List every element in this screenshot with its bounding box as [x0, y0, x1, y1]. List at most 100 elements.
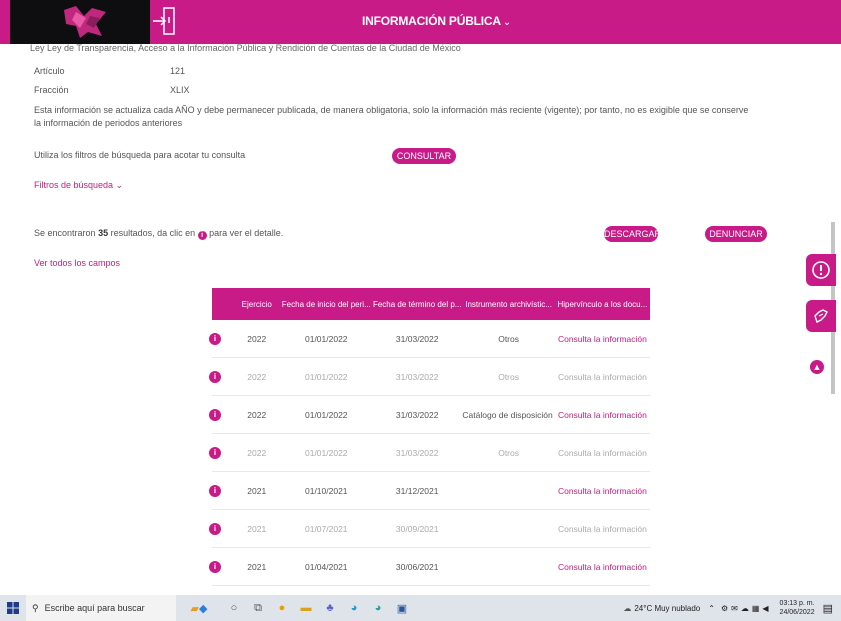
clock[interactable]: 03:13 p. m. 24/06/2022	[780, 599, 815, 617]
results-suffix: para ver el detalle.	[209, 228, 284, 238]
filter-hint: Utiliza los filtros de búsqueda para aco…	[34, 150, 246, 160]
cell-fecha-inicio: 01/10/2021	[304, 485, 348, 496]
info-icon[interactable]: i	[209, 484, 221, 497]
table-row: i 2021 01/10/2021 31/12/2021 Consulta la…	[209, 472, 650, 510]
info-icon[interactable]: i	[209, 522, 221, 535]
descargar-button[interactable]: DESCARGAR	[604, 226, 661, 242]
table-row: i 2022 01/01/2022 31/03/2022 Catálogo de…	[209, 396, 650, 434]
articulo-label: Artículo	[34, 66, 65, 76]
taskbar-search-placeholder: Escribe aquí para buscar	[44, 603, 145, 613]
cell-consulta-link[interactable]: Consulta la información	[555, 486, 650, 496]
menu-title: INFORMACIÓN PÚBLICA	[362, 14, 501, 28]
cell-ejercicio: 2022	[247, 409, 267, 420]
edge-icon[interactable]: ◕	[342, 595, 366, 621]
cell-instrumento: Otros	[498, 333, 519, 344]
edge-dev-icon[interactable]: ◕	[366, 595, 390, 621]
cell-consulta-link[interactable]: Consulta la información	[555, 448, 650, 458]
cell-ejercicio: 2021	[247, 523, 267, 534]
hand-icon[interactable]	[806, 300, 836, 332]
cell-fecha-termino: 31/03/2022	[395, 409, 439, 420]
search-filters-toggle[interactable]: Filtros de búsqueda ⌄	[34, 180, 123, 191]
alert-icon[interactable]	[806, 254, 836, 286]
results-table: Ejercicio Fecha de inicio del peri... Fe…	[209, 288, 650, 586]
tray-icons[interactable]: ⚙✉☁▦◀	[721, 604, 772, 613]
task-view-icon[interactable]: ⧉	[246, 595, 270, 621]
cell-fecha-termino: 31/03/2022	[395, 447, 439, 458]
word-icon[interactable]: ▣	[390, 595, 414, 621]
cell-consulta-link[interactable]: Consulta la información	[555, 562, 650, 572]
logo[interactable]	[10, 0, 150, 44]
cell-instrumento: Otros	[498, 371, 519, 382]
windows-start-icon[interactable]	[0, 595, 26, 621]
login-icon[interactable]	[151, 4, 179, 38]
clock-time: 03:13 p. m.	[779, 600, 815, 607]
info-icon[interactable]: i	[209, 370, 221, 383]
teams-icon[interactable]: ♣	[318, 595, 342, 621]
cell-fecha-inicio: 01/01/2022	[304, 371, 348, 382]
col-hipervinculo[interactable]: Hipervínculo a los docu...	[555, 300, 650, 309]
chrome-icon[interactable]: ●	[270, 595, 294, 621]
info-publica-menu[interactable]: INFORMACIÓN PÚBLICA ⌄	[362, 14, 511, 28]
cell-ejercicio: 2021	[247, 485, 267, 496]
cell-fecha-termino: 30/06/2021	[395, 561, 439, 572]
results-summary: Se encontraron 35 resultados, da clic en…	[34, 228, 283, 240]
col-fecha-termino[interactable]: Fecha de término del p...	[372, 300, 462, 309]
cell-consulta-link[interactable]: Consulta la información	[555, 410, 650, 420]
cell-consulta-link[interactable]: Consulta la información	[555, 524, 650, 534]
results-count: 35	[98, 228, 109, 238]
cell-fecha-inicio: 01/01/2022	[304, 447, 348, 458]
info-icon[interactable]: i	[209, 408, 221, 421]
cell-consulta-link[interactable]: Consulta la información	[555, 334, 650, 344]
info-icon: i	[197, 231, 207, 240]
col-ejercicio[interactable]: Ejercicio	[233, 300, 281, 309]
search-icon: ⚲	[32, 602, 39, 613]
scroll-up-icon[interactable]: ▲	[810, 360, 824, 374]
update-notice: Esta información se actualiza cada AÑO y…	[34, 105, 749, 128]
system-tray: ☁ 24°C Muy nublado ⌃ ⚙✉☁▦◀ 03:13 p. m. 2…	[623, 595, 833, 621]
info-icon[interactable]: i	[209, 560, 221, 573]
denunciar-button[interactable]: DENUNCIAR	[705, 226, 767, 242]
cell-ejercicio: 2022	[247, 371, 267, 382]
weather-text[interactable]: 24°C Muy nublado	[634, 604, 700, 613]
col-instrumento[interactable]: Instrumento archivístic...	[462, 300, 554, 309]
cell-fecha-termino: 31/12/2021	[395, 485, 439, 496]
cortana-icon[interactable]: ○	[222, 595, 246, 621]
table-row: i 2022 01/01/2022 31/03/2022 Otros Consu…	[209, 320, 650, 358]
cell-ejercicio: 2022	[247, 333, 267, 344]
cell-ejercicio: 2022	[247, 447, 267, 458]
logo-icon	[64, 6, 106, 38]
info-icon[interactable]: i	[209, 446, 221, 459]
ver-todos-campos-link[interactable]: Ver todos los campos	[34, 258, 120, 268]
top-bar: INFORMACIÓN PÚBLICA ⌄	[0, 0, 841, 44]
file-explorer-icon[interactable]: ▬	[294, 595, 318, 621]
results-middle: resultados, da clic en	[110, 228, 196, 238]
taskbar-search[interactable]: ⚲ Escribe aquí para buscar	[26, 595, 176, 621]
cell-ejercicio: 2021	[247, 561, 267, 572]
cell-instrumento: Catálogo de disposición doc...	[462, 409, 554, 420]
cell-fecha-inicio: 01/04/2021	[304, 561, 348, 572]
notifications-icon[interactable]: ▤	[823, 602, 833, 615]
cell-fecha-termino: 31/03/2022	[395, 333, 439, 344]
cell-fecha-termino: 30/09/2021	[395, 523, 439, 534]
table-row: i 2022 01/01/2022 31/03/2022 Otros Consu…	[209, 358, 650, 396]
cell-fecha-inicio: 01/01/2022	[304, 333, 348, 344]
news-widget-icon[interactable]: ▰ ◆	[176, 595, 222, 621]
cell-fecha-inicio: 01/01/2022	[304, 409, 348, 420]
articulo-value: 121	[170, 66, 186, 76]
cell-instrumento: Otros	[498, 447, 519, 458]
windows-taskbar: ⚲ Escribe aquí para buscar ▰ ◆ ○ ⧉ ● ▬ ♣ …	[0, 595, 841, 621]
cell-consulta-link[interactable]: Consulta la información	[555, 372, 650, 382]
ley-row: Ley Ley de Transparencia, Acceso a la In…	[30, 43, 461, 53]
info-icon[interactable]: i	[209, 332, 221, 345]
cell-fecha-termino: 31/03/2022	[395, 371, 439, 382]
fraccion-value: XLIX	[170, 85, 190, 95]
tray-chevron-icon[interactable]: ⌃	[708, 604, 715, 613]
chevron-down-icon: ⌄	[502, 17, 512, 28]
cell-fecha-inicio: 01/07/2021	[304, 523, 348, 534]
col-fecha-inicio[interactable]: Fecha de inicio del peri...	[281, 300, 372, 309]
table-header: Ejercicio Fecha de inicio del peri... Fe…	[212, 288, 650, 320]
consultar-button[interactable]: CONSULTAR	[392, 148, 456, 164]
table-row: i 2021 01/07/2021 30/09/2021 Consulta la…	[209, 510, 650, 548]
results-prefix: Se encontraron	[34, 228, 96, 238]
table-row: i 2022 01/01/2022 31/03/2022 Otros Consu…	[209, 434, 650, 472]
